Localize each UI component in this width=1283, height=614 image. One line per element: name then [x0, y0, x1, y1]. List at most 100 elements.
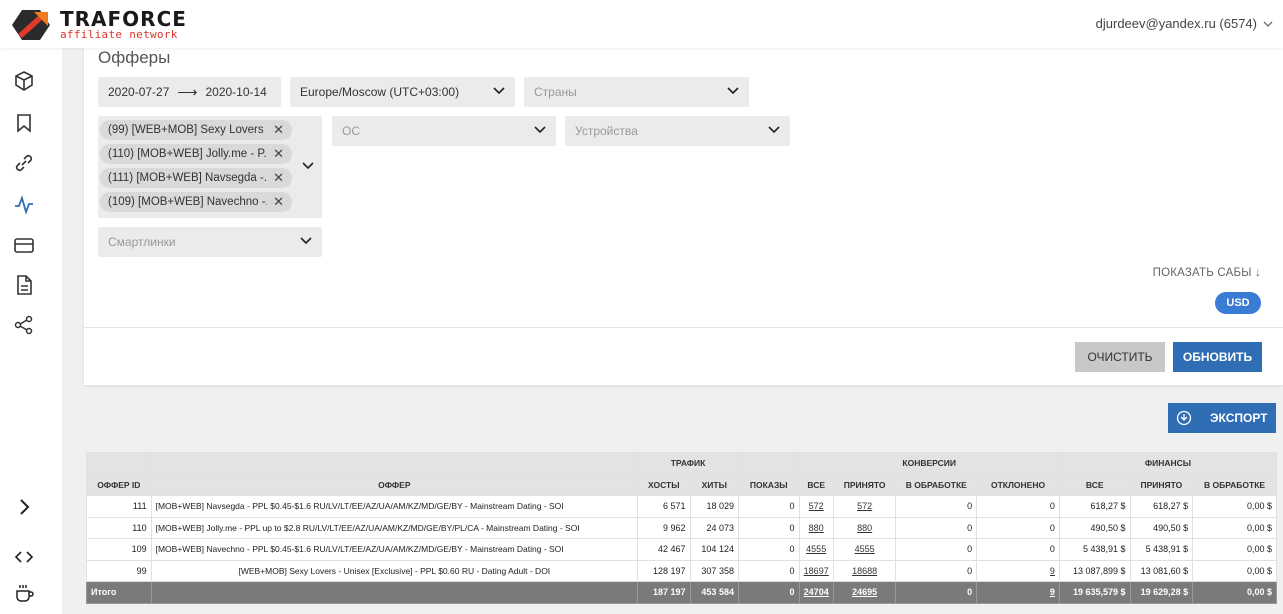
logo[interactable]: TRAFORCE affiliate network — [8, 6, 187, 44]
conv-accepted-link[interactable]: 572 — [832, 495, 897, 518]
clear-button[interactable]: ОЧИСТИТЬ — [1075, 342, 1165, 372]
column-header[interactable]: В ОБРАБОТКЕ — [1192, 473, 1277, 496]
countries-placeholder: Страны — [534, 85, 577, 99]
sidebar — [0, 48, 62, 614]
offer-chip: (99) [WEB+MOB] Sexy Lovers ... ✕ — [100, 120, 292, 140]
smartlinks-select[interactable]: Смартлинки — [98, 227, 322, 257]
remove-chip-icon[interactable]: ✕ — [273, 194, 284, 210]
activity-icon[interactable] — [13, 194, 35, 216]
update-button[interactable]: ОБНОВИТЬ — [1173, 342, 1262, 372]
chevron-down-icon — [768, 126, 780, 134]
column-header[interactable]: ПРИНЯТО — [832, 473, 897, 496]
fin-accepted: 490,50 $ — [1129, 516, 1194, 539]
smartlinks-placeholder: Смартлинки — [108, 235, 176, 249]
conv-accepted-link[interactable]: 4555 — [832, 538, 897, 561]
expand-sidebar-icon[interactable] — [13, 496, 35, 518]
conv-pending: 0 — [895, 559, 978, 582]
column-header[interactable]: ХИТЫ — [689, 473, 739, 496]
share-icon[interactable] — [13, 314, 35, 336]
link-icon[interactable] — [13, 152, 35, 174]
column-header[interactable]: ВСЕ — [798, 473, 834, 496]
download-circle-icon — [1176, 410, 1192, 426]
shows: 0 — [737, 495, 800, 518]
total-hosts: 187 197 — [637, 581, 691, 604]
offer-name: [MOB+WEB] Navechno - PPL $0.45-$1.6 RU/L… — [150, 538, 639, 561]
conv-accepted-link[interactable]: 18688 — [832, 559, 897, 582]
timezone-select[interactable]: Europe/Moscow (UTC+03:00) — [290, 77, 515, 107]
chevron-down-icon — [493, 87, 505, 95]
fin-pending: 0,00 $ — [1192, 495, 1277, 518]
hits: 307 358 — [689, 559, 739, 582]
offer-name: [MOB+WEB] Jolly.me - PPL up to $2.8 RU/L… — [150, 516, 639, 539]
total-fin-pending: 0,00 $ — [1192, 581, 1277, 604]
package-icon[interactable] — [13, 70, 35, 92]
fin-accepted: 618,27 $ — [1129, 495, 1194, 518]
chevron-down-icon — [534, 126, 546, 134]
column-header[interactable]: ВСЕ — [1058, 473, 1131, 496]
fin-all: 13 087,899 $ — [1058, 559, 1131, 582]
table-row: 111 [MOB+WEB] Navsegda - PPL $0.45-$1.6 … — [86, 495, 1277, 518]
conv-pending: 0 — [895, 538, 978, 561]
hits: 18 029 — [689, 495, 739, 518]
total-hits: 453 584 — [689, 581, 739, 604]
column-header[interactable]: ПРИНЯТО — [1129, 473, 1194, 496]
offer-id: 111 — [86, 495, 152, 518]
devices-select[interactable]: Устройства — [565, 116, 790, 146]
conv-all-link[interactable]: 572 — [798, 495, 834, 518]
shows: 0 — [737, 538, 800, 561]
document-icon[interactable] — [13, 274, 35, 296]
offer-id: 99 — [86, 559, 152, 582]
remove-chip-icon[interactable]: ✕ — [273, 146, 284, 162]
brand-title: TRAFORCE — [60, 7, 187, 31]
code-icon[interactable] — [13, 546, 35, 568]
column-header[interactable]: ПОКАЗЫ — [737, 473, 800, 496]
total-offer-empty — [150, 581, 639, 604]
offer-id: 110 — [86, 516, 152, 539]
chevron-down-icon — [300, 237, 312, 245]
total-conv-all-link[interactable]: 24704 — [798, 581, 834, 604]
show-subs-toggle[interactable]: ПОКАЗАТЬ САБЫ ↓ — [1153, 267, 1261, 279]
conv-all-link[interactable]: 18697 — [798, 559, 834, 582]
conv-all-link[interactable]: 880 — [798, 516, 834, 539]
conv-rejected-link[interactable]: 9 — [976, 559, 1060, 582]
column-header[interactable]: ОФФЕР — [150, 473, 639, 496]
hosts: 9 962 — [637, 516, 691, 539]
offers-multiselect[interactable]: (99) [WEB+MOB] Sexy Lovers ... ✕ (110) [… — [98, 116, 322, 218]
table-row: 109 [MOB+WEB] Navechno - PPL $0.45-$1.6 … — [86, 538, 1277, 561]
offer-id: 109 — [86, 538, 152, 561]
export-button[interactable]: ЭКСПОРТ — [1168, 403, 1276, 433]
column-header[interactable]: ОФФЕР ID — [86, 473, 152, 496]
remove-chip-icon[interactable]: ✕ — [273, 122, 284, 138]
os-select[interactable]: ОС — [332, 116, 556, 146]
conv-accepted-link[interactable]: 880 — [832, 516, 897, 539]
currency-badge[interactable]: USD — [1215, 292, 1261, 314]
total-label: Итого — [86, 581, 152, 604]
cup-icon[interactable] — [13, 582, 35, 604]
shows: 0 — [737, 516, 800, 539]
date-to: 2020-10-14 — [205, 85, 267, 99]
offer-name: [MOB+WEB] Navsegda - PPL $0.45-$1.6 RU/L… — [150, 495, 639, 518]
column-header[interactable]: В ОБРАБОТКЕ — [895, 473, 978, 496]
date-range-picker[interactable]: 2020-07-27 ⟶ 2020-10-14 — [98, 77, 281, 107]
user-menu[interactable]: djurdeev@yandex.ru (6574) — [1096, 16, 1273, 31]
offer-name: [WEB+MOB] Sexy Lovers - Unisex [Exclusiv… — [150, 559, 639, 582]
group-header-traffic: ТРАФИК — [637, 452, 739, 475]
conv-all-link[interactable]: 4555 — [798, 538, 834, 561]
total-conv-accepted-link[interactable]: 24695 — [832, 581, 897, 604]
total-conv-rejected-link[interactable]: 9 — [976, 581, 1060, 604]
offer-chip: (109) [MOB+WEB] Navechno -... ✕ — [100, 192, 292, 212]
fin-pending: 0,00 $ — [1192, 559, 1277, 582]
page-title: Офферы — [98, 48, 171, 67]
remove-chip-icon[interactable]: ✕ — [273, 170, 284, 186]
column-header[interactable]: ХОСТЫ — [637, 473, 691, 496]
card-icon[interactable] — [13, 234, 35, 256]
date-from: 2020-07-27 — [108, 85, 170, 99]
chevron-down-icon — [1263, 21, 1273, 27]
table-group-header: ТРАФИК КОНВЕРСИИ ФИНАНСЫ — [86, 452, 1278, 475]
bookmark-icon[interactable] — [13, 112, 35, 134]
column-header[interactable]: ОТКЛОНЕНО — [976, 473, 1060, 496]
countries-select[interactable]: Страны — [524, 77, 749, 107]
export-label: ЭКСПОРТ — [1210, 411, 1268, 425]
chevron-down-icon[interactable] — [302, 160, 314, 172]
fin-pending: 0,00 $ — [1192, 516, 1277, 539]
